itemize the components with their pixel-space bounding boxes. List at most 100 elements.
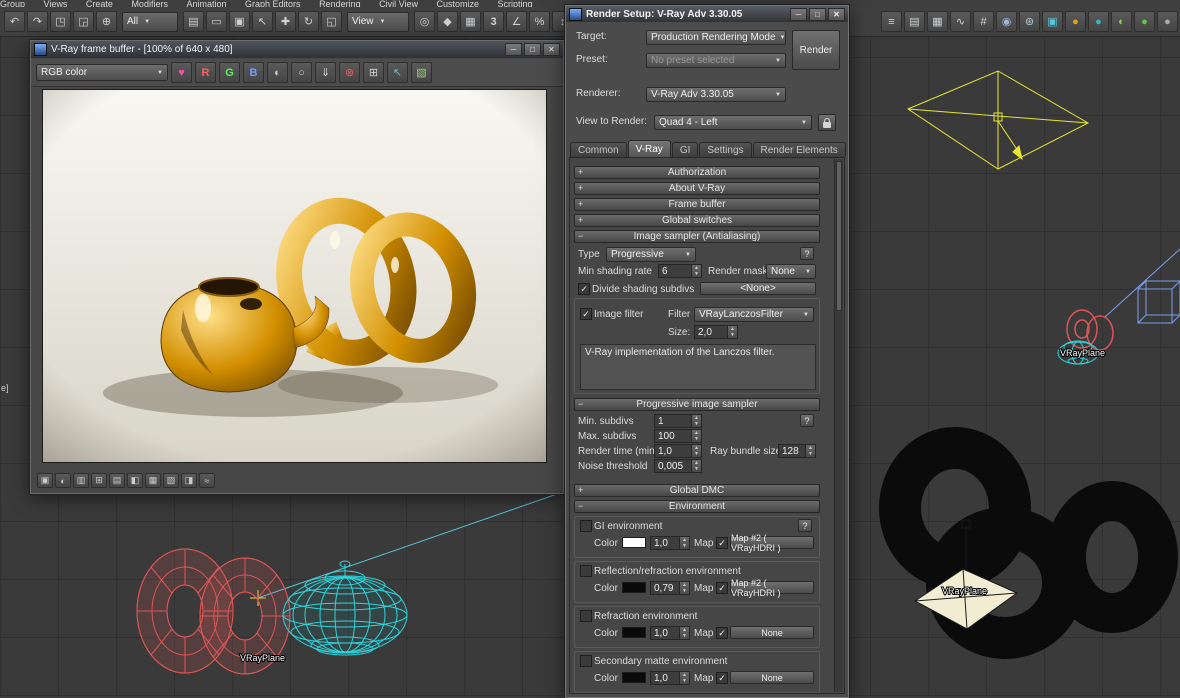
blue-channel-button[interactable]: B	[243, 62, 264, 83]
rollout-global-switches[interactable]: + Global switches	[574, 214, 820, 227]
vfb-title-bar[interactable]: V-Ray frame buffer - [100% of 640 x 480]…	[31, 41, 563, 58]
curves-icon[interactable]: ▧	[163, 473, 179, 488]
redo-icon[interactable]: ↷	[27, 11, 48, 32]
minimize-button[interactable]: ─	[790, 7, 807, 21]
menu-animation[interactable]: Animation	[186, 0, 226, 7]
teapot-wireframe[interactable]	[282, 560, 408, 656]
filter-size-spinner[interactable]: 2,0 ▲ ▼	[694, 325, 738, 339]
selection-filter-dropdown[interactable]: All ▼	[122, 11, 178, 32]
levels-icon[interactable]: ▦	[145, 473, 161, 488]
camera-box-wireframe[interactable]	[1104, 248, 1180, 324]
menu-views[interactable]: Views	[44, 0, 68, 7]
scrollbar[interactable]	[834, 159, 843, 692]
max-subdivs-spinner[interactable]: 100 ▲ ▼	[654, 429, 702, 443]
help-button[interactable]: ?	[800, 247, 814, 260]
material-editor-icon[interactable]: ◉	[996, 11, 1017, 32]
spinner-down-icon[interactable]: ▼	[806, 451, 815, 457]
tab-vray[interactable]: V-Ray	[627, 140, 671, 157]
keyboard-shortcut-override-icon[interactable]: ▦	[460, 11, 481, 32]
track-mouse-button[interactable]: ↖	[387, 62, 408, 83]
gi-environment-checkbox[interactable]	[580, 520, 592, 532]
spinner-down-icon[interactable]: ▼	[680, 588, 689, 594]
rollout-image-sampler[interactable]: − Image sampler (Antialiasing)	[574, 230, 820, 243]
select-and-manipulate-icon[interactable]: ◆	[437, 11, 458, 32]
spinner-down-icon[interactable]: ▼	[680, 543, 689, 549]
refraction-multiplier-spinner[interactable]: 1,0 ▲ ▼	[650, 626, 690, 640]
swatches-icon[interactable]: ♥	[171, 62, 192, 83]
secondary-matte-color-swatch[interactable]	[622, 672, 646, 683]
select-and-move-icon[interactable]: ✚	[275, 11, 296, 32]
view-to-render-dropdown[interactable]: Quad 4 - Left ▼	[654, 115, 812, 130]
target-dropdown[interactable]: Production Rendering Mode ▼	[646, 30, 786, 45]
rollout-global-dmc[interactable]: + Global DMC	[574, 484, 820, 497]
lut-icon[interactable]: ◨	[181, 473, 197, 488]
spinner-down-icon[interactable]: ▼	[692, 451, 701, 457]
red-channel-button[interactable]: R	[195, 62, 216, 83]
spinner-down-icon[interactable]: ▼	[680, 678, 689, 684]
render-iterative-icon[interactable]: ●	[1088, 11, 1109, 32]
render-mask-dropdown[interactable]: None ▼	[766, 264, 816, 279]
unlink-selection-icon[interactable]: ◲	[73, 11, 94, 32]
rollout-about-vray[interactable]: + About V-Ray	[574, 182, 820, 195]
secondary-matte-checkbox[interactable]	[580, 655, 592, 667]
refraction-color-swatch[interactable]	[622, 627, 646, 638]
rectangular-selection-region-icon[interactable]: ▭	[206, 11, 227, 32]
graphite-ribbon-icon[interactable]: ▦	[927, 11, 948, 32]
secondary-matte-multiplier-spinner[interactable]: 1,0 ▲ ▼	[650, 671, 690, 685]
angle-snap-icon[interactable]: ∠	[506, 11, 527, 32]
render-setup-icon[interactable]: ⊛	[1019, 11, 1040, 32]
use-pivot-center-icon[interactable]: ◎	[414, 11, 435, 32]
min-subdivs-spinner[interactable]: 1 ▲ ▼	[654, 414, 702, 428]
close-button[interactable]: ✕	[828, 7, 845, 21]
select-and-rotate-icon[interactable]: ↻	[298, 11, 319, 32]
menu-civil-view[interactable]: Civil View	[379, 0, 418, 7]
minimize-button[interactable]: ─	[505, 43, 522, 56]
align-icon[interactable]: ≡	[881, 11, 902, 32]
refraction-map-button[interactable]: None	[730, 626, 814, 639]
render-button[interactable]: Render	[792, 30, 840, 70]
reflection-map-checkbox[interactable]: ✓	[716, 582, 728, 594]
gi-map-button[interactable]: Map #2 ( VRayHDRI )	[730, 533, 814, 553]
rollout-frame-buffer[interactable]: + Frame buffer	[574, 198, 820, 211]
refraction-map-checkbox[interactable]: ✓	[716, 627, 728, 639]
tab-settings[interactable]: Settings	[699, 142, 752, 157]
snap-toggle-icon[interactable]: 3	[483, 11, 504, 32]
menu-customize[interactable]: Customize	[436, 0, 479, 7]
reflection-environment-checkbox[interactable]	[580, 565, 592, 577]
reflection-map-button[interactable]: Map #2 ( VRayHDRI )	[730, 578, 814, 598]
vray-plane-gizmo[interactable]	[906, 70, 1090, 170]
dialog-title-bar[interactable]: Render Setup: V-Ray Adv 3.30.05 ─ □ ✕	[566, 6, 848, 22]
menu-group[interactable]: Group	[0, 0, 25, 7]
menu-graph-editors[interactable]: Graph Editors	[245, 0, 301, 7]
help-button[interactable]: ?	[800, 414, 814, 427]
manage-layers-icon[interactable]: ▤	[904, 11, 925, 32]
gi-map-checkbox[interactable]: ✓	[716, 537, 728, 549]
white-balance-icon[interactable]: ⊞	[91, 473, 107, 488]
tab-render-elements[interactable]: Render Elements	[752, 142, 846, 157]
green-channel-button[interactable]: G	[219, 62, 240, 83]
menu-rendering[interactable]: Rendering	[319, 0, 361, 7]
renderer-dropdown[interactable]: V-Ray Adv 3.30.05 ▼	[646, 87, 786, 102]
reflection-multiplier-spinner[interactable]: 0,79 ▲ ▼	[650, 581, 690, 595]
rollout-authorization[interactable]: + Authorization	[574, 166, 820, 179]
activeshade-icon[interactable]: ◐	[1111, 11, 1132, 32]
noise-threshold-spinner[interactable]: 0,005 ▲ ▼	[654, 459, 702, 473]
lock-view-button[interactable]	[818, 114, 836, 131]
schematic-view-icon[interactable]: #	[973, 11, 994, 32]
spinner-down-icon[interactable]: ▼	[692, 436, 701, 442]
render-last-icon[interactable]: ●	[1157, 11, 1178, 32]
undo-icon[interactable]: ↶	[4, 11, 25, 32]
tab-gi[interactable]: GI	[671, 142, 699, 157]
divide-shading-checkbox[interactable]: ✓	[578, 283, 590, 295]
select-and-scale-icon[interactable]: ◱	[321, 11, 342, 32]
duplicate-to-host-button[interactable]: ⊞	[363, 62, 384, 83]
mono-channel-button[interactable]: ◐	[267, 62, 288, 83]
gi-multiplier-spinner[interactable]: 1,0 ▲ ▼	[650, 536, 690, 550]
curve-editor-icon[interactable]: ∿	[950, 11, 971, 32]
menu-scripting[interactable]: Scripting	[498, 0, 533, 7]
sampler-type-dropdown[interactable]: Progressive ▼	[606, 247, 696, 262]
stamp-icon[interactable]: ▣	[37, 473, 53, 488]
maximize-button[interactable]: □	[809, 7, 826, 21]
ray-bundle-spinner[interactable]: 128 ▲ ▼	[778, 444, 816, 458]
reference-coordinate-dropdown[interactable]: View ▼	[347, 11, 409, 32]
